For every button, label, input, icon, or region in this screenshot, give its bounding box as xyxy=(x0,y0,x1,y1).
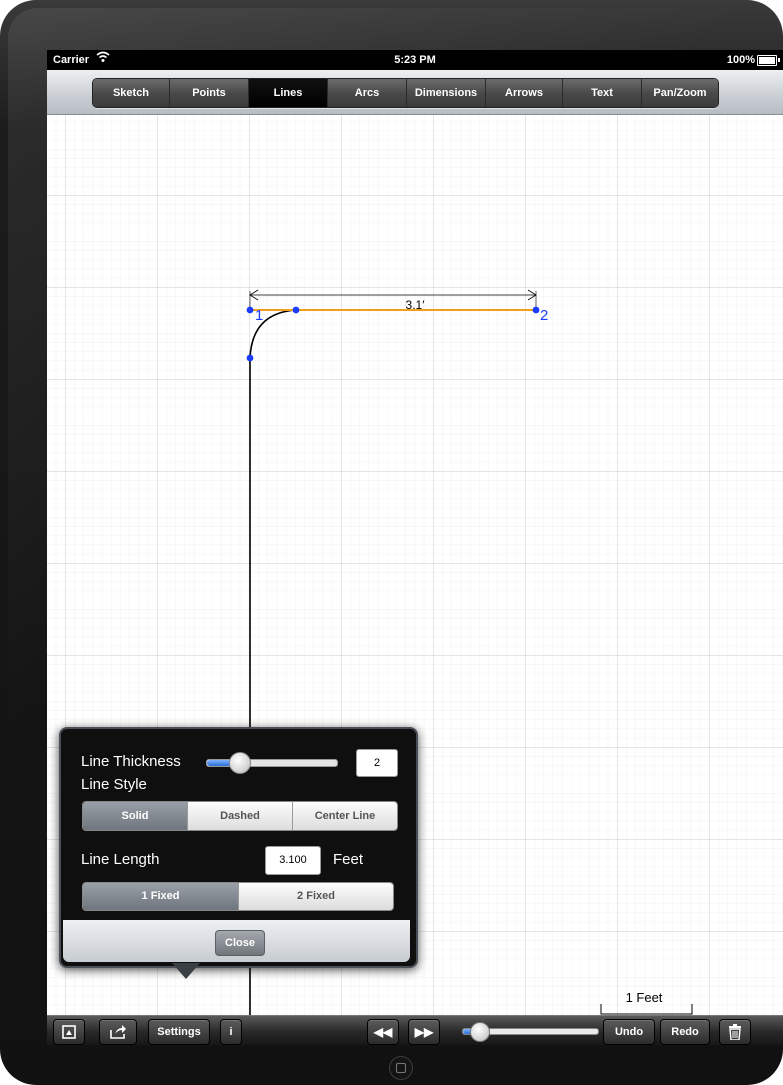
tab-pan-zoom[interactable]: Pan/Zoom xyxy=(642,79,718,107)
style-option-dashed[interactable]: Dashed xyxy=(188,802,293,830)
fixed-point-segmented-control: 1 Fixed 2 Fixed xyxy=(82,882,394,911)
fixed-option-1[interactable]: 1 Fixed xyxy=(83,883,239,910)
line-thickness-label: Line Thickness xyxy=(81,753,181,770)
tab-arrows[interactable]: Arrows xyxy=(486,79,563,107)
tab-lines[interactable]: Lines xyxy=(249,79,328,107)
share-button[interactable] xyxy=(99,1019,137,1045)
tab-text[interactable]: Text xyxy=(563,79,642,107)
line-style-segmented-control: Solid Dashed Center Line xyxy=(82,801,398,831)
point-2-marker[interactable] xyxy=(532,306,540,314)
popover-footer: Close xyxy=(63,920,410,962)
undo-button[interactable]: Undo xyxy=(603,1019,655,1045)
thickness-value-field[interactable]: 2 xyxy=(356,749,398,777)
scale-label: 1 Feet xyxy=(626,990,663,1005)
fixed-option-2[interactable]: 2 Fixed xyxy=(239,883,393,910)
forward-button[interactable]: ▶▶ xyxy=(408,1019,440,1045)
picture-frame-icon xyxy=(62,1025,76,1039)
skip-back-icon: ◀◀ xyxy=(373,1025,393,1039)
clock: 5:23 PM xyxy=(394,54,436,66)
tab-sketch[interactable]: Sketch xyxy=(93,79,170,107)
zoom-slider-knob[interactable] xyxy=(470,1022,490,1042)
mode-segmented-control: Sketch Points Lines Arcs Dimensions Arro… xyxy=(92,78,719,108)
arc-start-point[interactable] xyxy=(246,354,254,362)
photo-frame-button[interactable] xyxy=(53,1019,85,1045)
dimension-label: 3.1′ xyxy=(406,298,426,312)
arc-end-point[interactable] xyxy=(292,306,300,314)
thickness-slider[interactable] xyxy=(206,752,338,774)
style-option-center-line[interactable]: Center Line xyxy=(293,802,397,830)
length-unit-label: Feet xyxy=(333,851,364,868)
tab-arcs[interactable]: Arcs xyxy=(328,79,407,107)
trash-icon xyxy=(729,1024,741,1041)
tab-points[interactable]: Points xyxy=(170,79,249,107)
close-button[interactable]: Close xyxy=(215,930,265,956)
battery-icon xyxy=(757,55,777,66)
redo-button[interactable]: Redo xyxy=(660,1019,710,1045)
skip-forward-icon: ▶▶ xyxy=(414,1025,434,1039)
point-2-label: 2 xyxy=(540,307,548,324)
status-bar: Carrier 5:23 PM 100% xyxy=(47,50,783,70)
style-option-solid[interactable]: Solid xyxy=(83,802,188,830)
point-1-marker[interactable] xyxy=(246,306,254,314)
rewind-button[interactable]: ◀◀ xyxy=(367,1019,399,1045)
popover-arrow xyxy=(172,963,200,979)
settings-button[interactable]: Settings xyxy=(148,1019,210,1045)
zoom-slider[interactable] xyxy=(462,1022,599,1042)
line-properties-popover: Line Thickness 2 Line Style Solid Dashed… xyxy=(59,727,418,979)
trash-button[interactable] xyxy=(719,1019,751,1045)
point-1-label: 1 xyxy=(255,307,263,324)
bottom-toolbar: Settings i ◀◀ ▶▶ Undo Redo xyxy=(47,1015,783,1045)
home-button[interactable] xyxy=(389,1056,413,1080)
line-length-label: Line Length xyxy=(81,851,160,868)
line-length-field[interactable]: 3.100 xyxy=(265,846,321,875)
thickness-slider-knob[interactable] xyxy=(229,752,251,774)
line-style-label: Line Style xyxy=(81,776,147,793)
tab-dimensions[interactable]: Dimensions xyxy=(407,79,486,107)
battery-percent: 100% xyxy=(726,54,755,66)
share-icon xyxy=(110,1025,126,1039)
info-button[interactable]: i xyxy=(220,1019,242,1045)
battery-tip xyxy=(778,58,780,62)
mode-toolbar: Sketch Points Lines Arcs Dimensions Arro… xyxy=(47,70,783,115)
